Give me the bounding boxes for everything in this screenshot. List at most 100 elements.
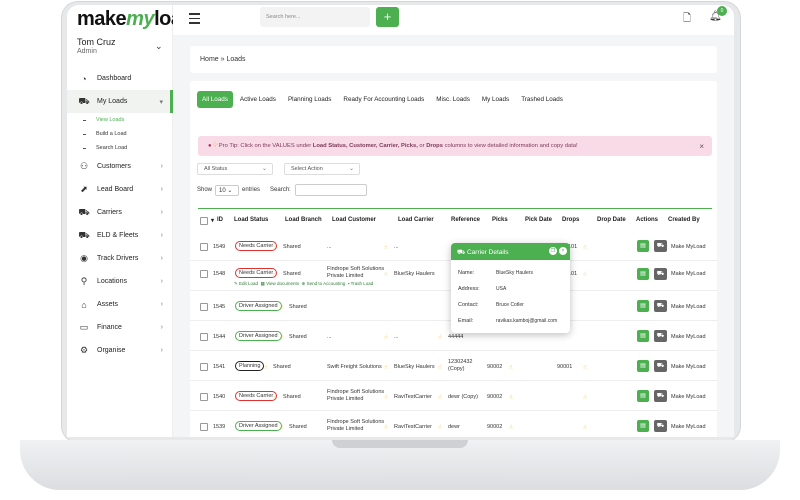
column-header[interactable]: Load Branch xyxy=(285,217,322,223)
submenu-build-load[interactable]: Build a Load xyxy=(67,127,173,141)
column-header[interactable]: Drop Date xyxy=(597,217,626,223)
status-badge[interactable]: Needs Carrier xyxy=(235,241,278,251)
submenu-view-loads[interactable]: View Loads xyxy=(67,113,173,127)
load-carrier[interactable]: ... xyxy=(394,244,399,250)
truck-icon[interactable]: ⛟ xyxy=(654,360,667,372)
column-header[interactable]: Created By xyxy=(668,217,700,223)
load-carrier[interactable]: RaviTestCarrier xyxy=(394,394,432,400)
truck-icon[interactable]: ⛟ xyxy=(654,330,667,342)
row-checkbox[interactable] xyxy=(200,270,208,278)
menu-icon[interactable] xyxy=(189,13,200,27)
column-header[interactable]: Drops xyxy=(562,217,579,223)
tab-my-loads[interactable]: My Loads xyxy=(477,91,514,108)
chat-icon[interactable]: ▤ xyxy=(637,390,649,402)
column-header[interactable]: Actions xyxy=(636,217,658,223)
load-carrier[interactable]: BlueSky Haulers xyxy=(394,271,435,277)
truck-icon[interactable]: ⛟ xyxy=(654,390,667,402)
close-icon[interactable]: × xyxy=(559,247,567,255)
tab-planning-loads[interactable]: Planning Loads xyxy=(283,91,336,108)
load-customer[interactable]: Findrope Soft Solutions Private Limited xyxy=(327,419,385,433)
row-checkbox[interactable] xyxy=(200,393,208,401)
row-checkbox[interactable] xyxy=(200,363,208,371)
chat-icon[interactable]: ▤ xyxy=(637,240,649,252)
chat-icon[interactable]: ▤ xyxy=(637,330,649,342)
load-customer[interactable]: ... xyxy=(327,244,332,250)
row-checkbox[interactable] xyxy=(200,333,208,341)
drops[interactable]: 90001 xyxy=(557,364,572,370)
table-row[interactable]: 1540 Needs Carrier ☝︎ Shared Findrope So… xyxy=(190,381,717,411)
column-header[interactable]: Load Customer xyxy=(332,217,376,223)
table-search-input[interactable] xyxy=(294,184,367,196)
sidebar-item-eld-fleets[interactable]: ⛟ ELD & Fleets › xyxy=(67,224,173,247)
chat-icon[interactable]: ▤ xyxy=(637,360,649,372)
add-button[interactable]: + xyxy=(376,7,399,27)
tab-ready-for-accounting[interactable]: Ready For Accounting Loads xyxy=(338,91,429,108)
sidebar-item-my-loads[interactable]: ⛟ My Loads ▾ xyxy=(67,90,173,113)
view-documents-link[interactable]: ▦ View documents xyxy=(261,281,299,286)
copy-icon[interactable]: ❐ xyxy=(549,247,557,255)
search-input[interactable]: Search here... xyxy=(260,7,370,27)
tab-misc-loads[interactable]: Misc. Loads xyxy=(431,91,475,108)
sidebar-item-organise[interactable]: ⚙ Organise › xyxy=(67,339,173,362)
sidebar-item-customers[interactable]: ⚇ Customers › xyxy=(67,155,173,178)
tab-active-loads[interactable]: Active Loads xyxy=(235,91,281,108)
sidebar-item-carriers[interactable]: ⛟ Carriers › xyxy=(67,201,173,224)
entries-select[interactable]: 10 ⌄ xyxy=(215,184,240,196)
table-row[interactable]: 1539 Driver Assigned ☝︎ Shared Findrope … xyxy=(190,411,717,437)
picks[interactable]: 90002 xyxy=(487,424,502,430)
column-header[interactable]: Pick Date xyxy=(525,217,552,223)
chat-icon[interactable]: ▤ xyxy=(637,300,649,312)
trash-load-link[interactable]: ▪ Trash Load xyxy=(348,281,373,286)
submenu-search-load[interactable]: Search Load xyxy=(67,141,173,155)
column-header[interactable]: Load Carrier xyxy=(398,217,434,223)
row-checkbox[interactable] xyxy=(200,243,208,251)
row-checkbox[interactable] xyxy=(200,303,208,311)
load-customer[interactable]: Findrope Soft Solutions Private Limited xyxy=(327,266,385,280)
load-customer[interactable]: Findrope Soft Solutions Private Limited xyxy=(327,389,385,403)
popup-value[interactable]: Bruce Cotler xyxy=(496,302,524,308)
status-badge[interactable]: Planning xyxy=(235,361,265,371)
sidebar-item-locations[interactable]: ⚲ Locations › xyxy=(67,270,173,293)
chat-icon[interactable]: ▤ xyxy=(637,420,649,432)
edit-load-link[interactable]: ✎ Edit Load xyxy=(234,281,258,286)
column-header[interactable]: Reference xyxy=(451,217,480,223)
load-customer[interactable]: ... xyxy=(327,334,332,340)
close-icon[interactable]: × xyxy=(699,142,704,151)
picks[interactable]: 90002 xyxy=(487,394,502,400)
select-all-checkbox[interactable] xyxy=(200,217,208,225)
picks[interactable]: 90002 xyxy=(487,364,502,370)
row-checkbox[interactable] xyxy=(200,423,208,431)
chevron-down-icon[interactable]: ⌄ xyxy=(155,41,163,52)
status-badge[interactable]: Driver Assigned xyxy=(235,301,282,311)
user-menu[interactable]: Tom Cruz Admin xyxy=(77,37,116,55)
load-carrier[interactable]: RaviTestCarrier xyxy=(394,424,432,430)
load-carrier[interactable]: ... xyxy=(394,334,399,340)
tab-trashed-loads[interactable]: Trashed Loads xyxy=(516,91,568,108)
truck-icon[interactable]: ⛟ xyxy=(654,420,667,432)
status-badge[interactable]: Needs Carrier xyxy=(235,268,278,278)
popup-value[interactable]: ravikas.kamboj@gmail.com xyxy=(496,318,557,324)
sidebar-item-assets[interactable]: ⌂ Assets › xyxy=(67,293,173,316)
table-row[interactable]: 1541 Planning ☝︎ Shared Swift Freight So… xyxy=(190,351,717,381)
load-customer[interactable]: Swift Freight Solutions xyxy=(327,364,382,370)
status-badge[interactable]: Driver Assigned xyxy=(235,421,282,431)
status-filter-select[interactable]: All Status ⌄ xyxy=(197,163,273,175)
load-carrier[interactable]: BlueSky Haulers xyxy=(394,364,435,370)
truck-icon[interactable]: ⛟ xyxy=(654,300,667,312)
sidebar-item-dashboard[interactable]: ◔ Dashboard xyxy=(67,67,173,90)
tab-all-loads[interactable]: All Loads xyxy=(197,91,233,108)
send-to-accounting-link[interactable]: ⊕ Send to Accounting xyxy=(302,281,346,286)
document-icon[interactable]: 🗋 xyxy=(683,11,691,28)
column-header[interactable]: ID xyxy=(217,217,223,223)
column-header[interactable]: Load Status xyxy=(234,217,268,223)
truck-icon[interactable]: ⛟ xyxy=(654,268,667,280)
status-badge[interactable]: Driver Assigned xyxy=(235,331,282,341)
truck-icon[interactable]: ⛟ xyxy=(654,240,667,252)
action-select[interactable]: Select Action ⌄ xyxy=(284,163,360,175)
popup-value[interactable]: BlueSky Haulers xyxy=(496,270,533,276)
sidebar-item-lead-board[interactable]: ⬈ Lead Board › xyxy=(67,178,173,201)
chat-icon[interactable]: ▤ xyxy=(637,268,649,280)
status-badge[interactable]: Needs Carrier xyxy=(235,391,278,401)
column-header[interactable]: Picks xyxy=(492,217,508,223)
popup-value[interactable]: USA xyxy=(496,286,506,292)
